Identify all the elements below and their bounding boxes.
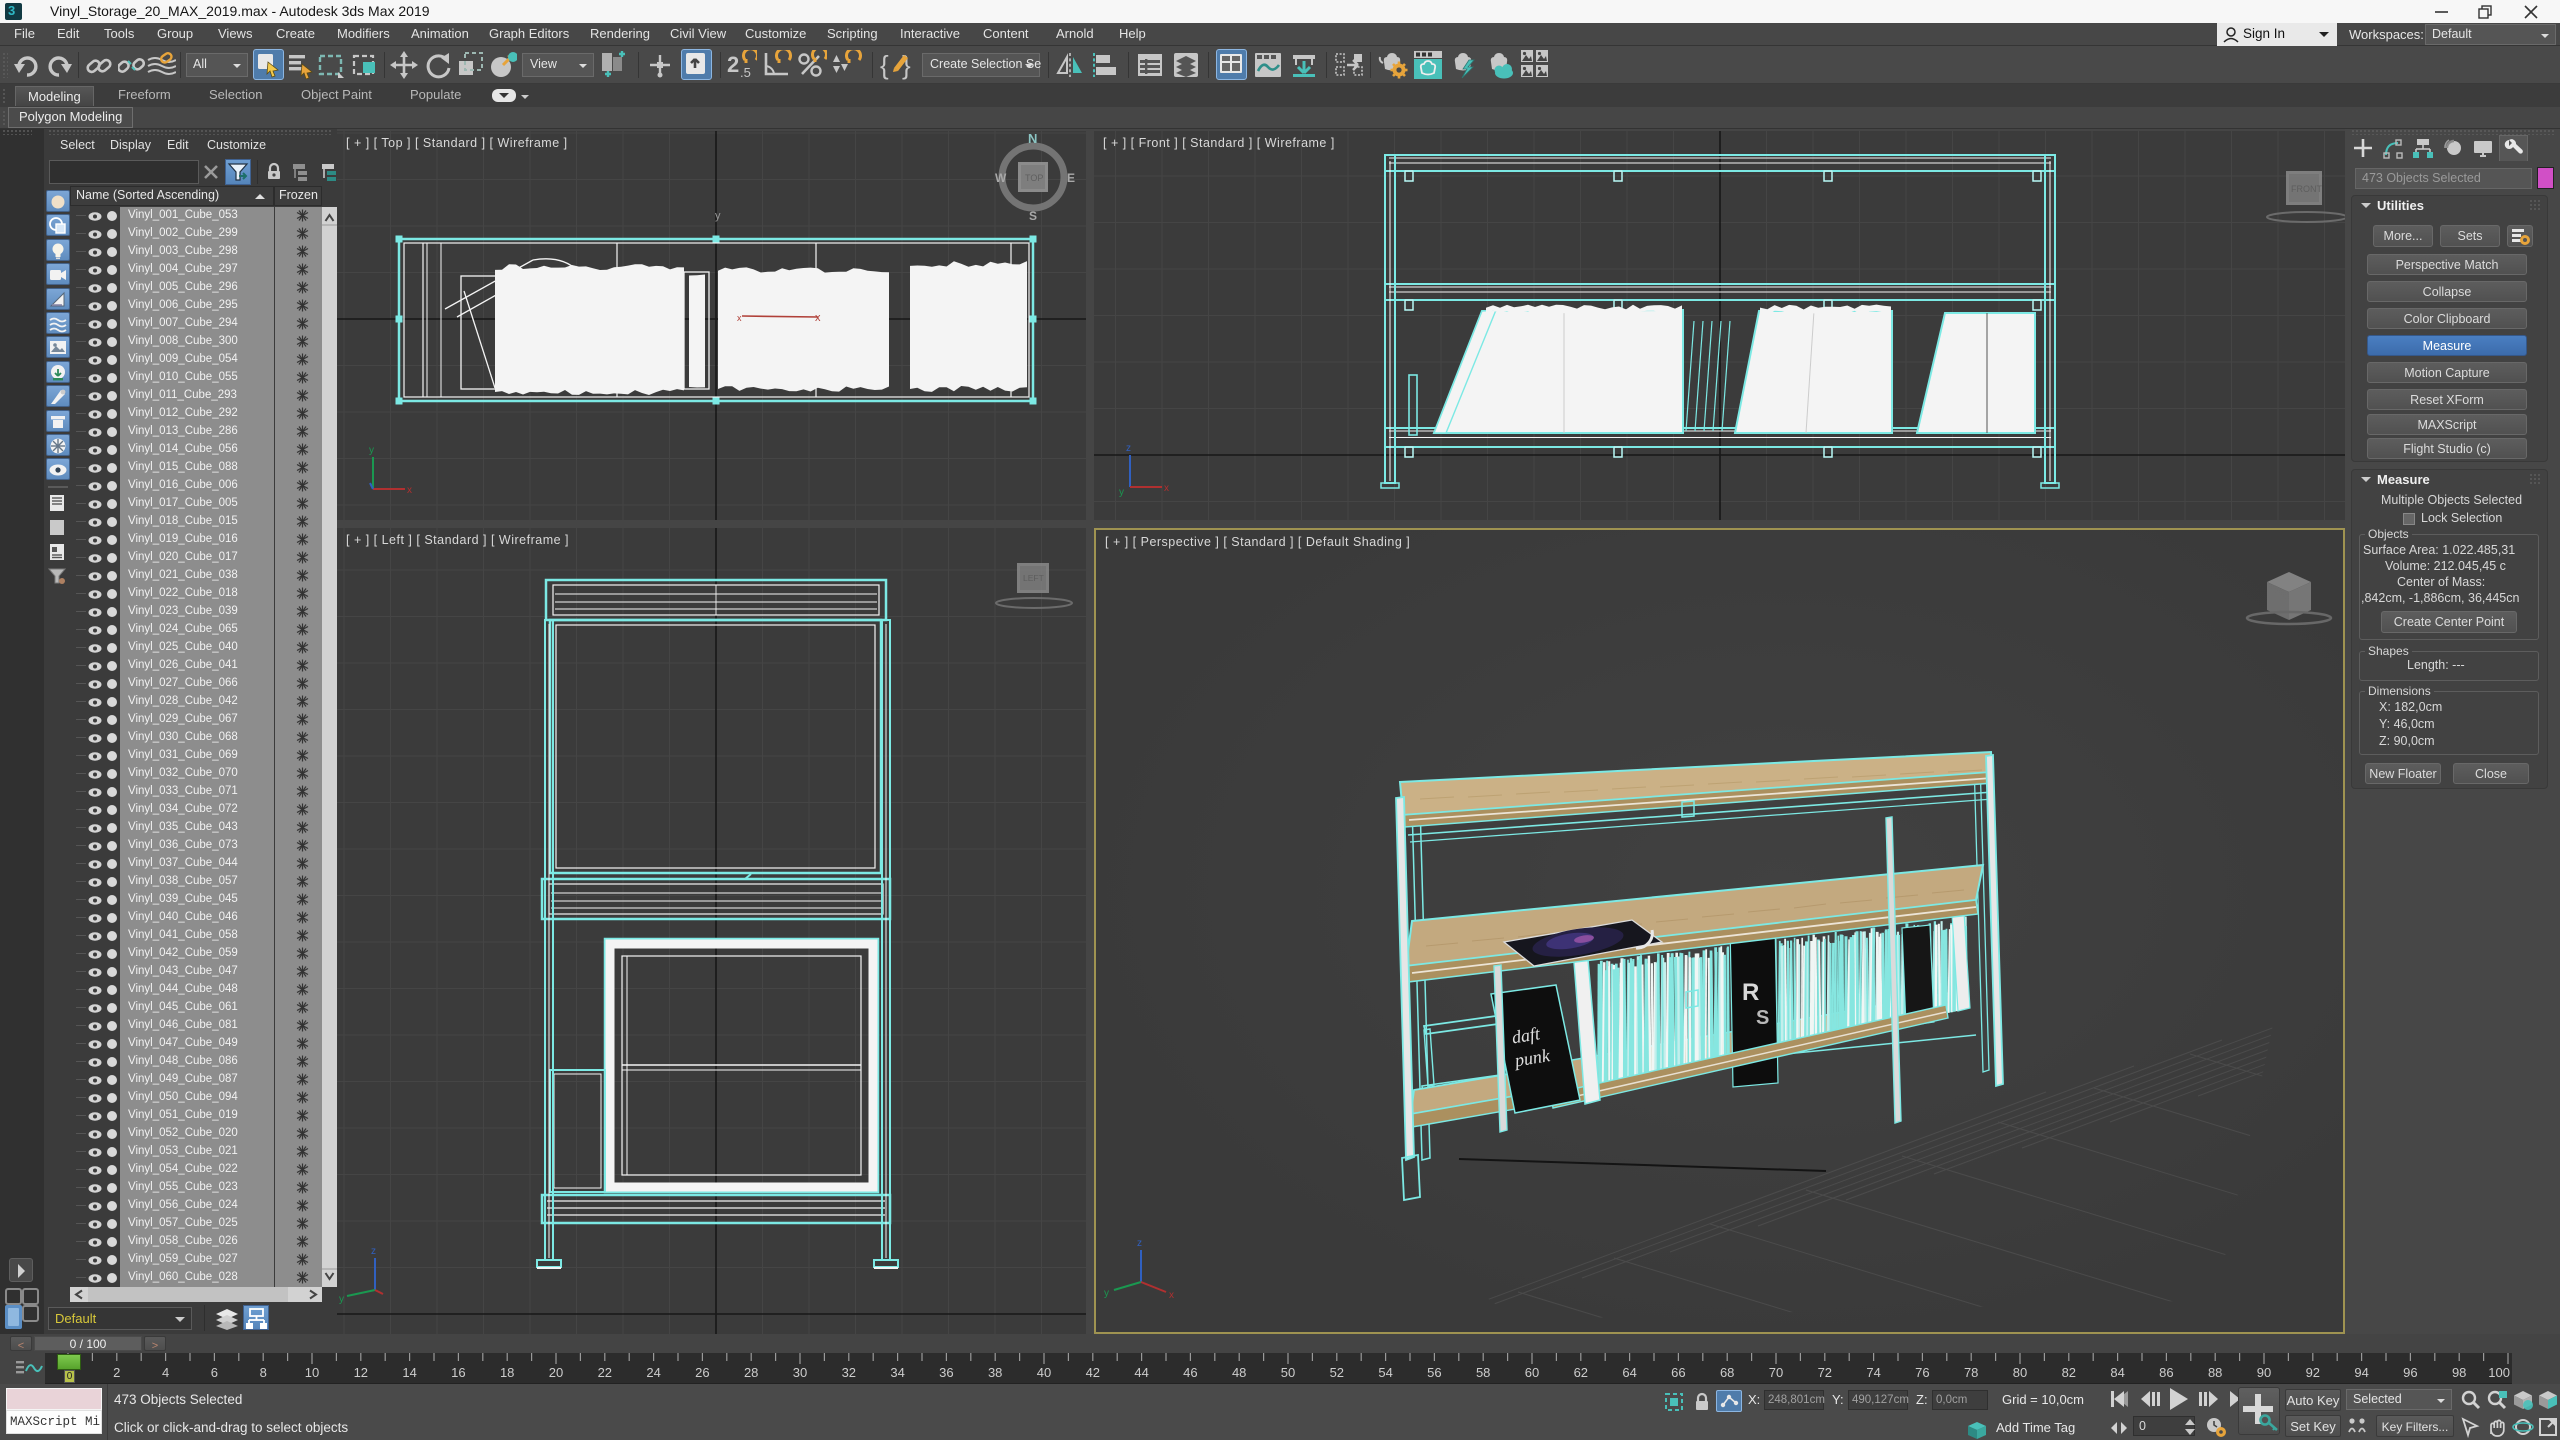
svg-text:R: R xyxy=(1742,979,1759,1006)
svg-text:100: 100 xyxy=(2488,1365,2510,1380)
svg-text:34: 34 xyxy=(890,1365,904,1380)
svg-text:y: y xyxy=(369,445,374,456)
svg-text:z: z xyxy=(371,1246,376,1257)
svg-text:40: 40 xyxy=(1037,1365,1051,1380)
svg-text:22: 22 xyxy=(598,1365,612,1380)
svg-text:N: N xyxy=(1028,131,1037,146)
svg-text:36: 36 xyxy=(939,1365,953,1380)
svg-text:12: 12 xyxy=(354,1365,368,1380)
svg-text:68: 68 xyxy=(1720,1365,1734,1380)
svg-text:84: 84 xyxy=(2110,1365,2124,1380)
svg-text:54: 54 xyxy=(1378,1365,1392,1380)
svg-text:x: x xyxy=(1164,483,1169,494)
svg-text:96: 96 xyxy=(2403,1365,2417,1380)
svg-text:x: x xyxy=(737,313,742,323)
svg-text:78: 78 xyxy=(1964,1365,1978,1380)
svg-text:S: S xyxy=(1756,1007,1769,1029)
svg-text:64: 64 xyxy=(1622,1365,1636,1380)
svg-text:6: 6 xyxy=(211,1365,218,1380)
svg-text:10: 10 xyxy=(305,1365,319,1380)
svg-text:4: 4 xyxy=(162,1365,169,1380)
svg-text:92: 92 xyxy=(2306,1365,2320,1380)
svg-text:58: 58 xyxy=(1476,1365,1490,1380)
svg-text:72: 72 xyxy=(1818,1365,1832,1380)
svg-text:2: 2 xyxy=(113,1365,120,1380)
svg-text:46: 46 xyxy=(1183,1365,1197,1380)
svg-text:94: 94 xyxy=(2354,1365,2368,1380)
svg-text:TOP: TOP xyxy=(1025,173,1043,183)
svg-text:20: 20 xyxy=(549,1365,563,1380)
svg-text:14: 14 xyxy=(402,1365,416,1380)
svg-text:70: 70 xyxy=(1769,1365,1783,1380)
svg-text:66: 66 xyxy=(1671,1365,1685,1380)
svg-text:82: 82 xyxy=(2062,1365,2076,1380)
svg-text:8: 8 xyxy=(260,1365,267,1380)
svg-text:62: 62 xyxy=(1574,1365,1588,1380)
svg-text:86: 86 xyxy=(2159,1365,2173,1380)
svg-text:48: 48 xyxy=(1232,1365,1246,1380)
svg-text:32: 32 xyxy=(842,1365,856,1380)
svg-text:x: x xyxy=(1169,1290,1174,1301)
svg-text:z: z xyxy=(1126,443,1131,454)
svg-text:76: 76 xyxy=(1915,1365,1929,1380)
svg-text:{: { xyxy=(880,50,889,80)
svg-text:FRONT: FRONT xyxy=(2291,184,2322,194)
svg-text:2: 2 xyxy=(727,52,739,77)
svg-text:56: 56 xyxy=(1427,1365,1441,1380)
svg-text:.5: .5 xyxy=(740,65,751,80)
svg-text:98: 98 xyxy=(2452,1365,2466,1380)
svg-text:52: 52 xyxy=(1330,1365,1344,1380)
svg-text:38: 38 xyxy=(988,1365,1002,1380)
svg-text:S: S xyxy=(1029,209,1037,223)
svg-text:z: z xyxy=(1137,1238,1142,1249)
svg-text:88: 88 xyxy=(2208,1365,2222,1380)
svg-text:50: 50 xyxy=(1281,1365,1295,1380)
svg-text:30: 30 xyxy=(793,1365,807,1380)
svg-text:26: 26 xyxy=(695,1365,709,1380)
svg-text:28: 28 xyxy=(744,1365,758,1380)
svg-text:24: 24 xyxy=(646,1365,660,1380)
svg-text:W: W xyxy=(995,171,1007,185)
svg-text:74: 74 xyxy=(1866,1365,1880,1380)
svg-text:90: 90 xyxy=(2257,1365,2271,1380)
svg-text:LEFT: LEFT xyxy=(1023,573,1044,583)
svg-text:y: y xyxy=(1104,1288,1109,1299)
svg-text:}: } xyxy=(902,50,911,80)
svg-text:80: 80 xyxy=(2013,1365,2027,1380)
svg-text:y: y xyxy=(339,1294,344,1305)
svg-text:18: 18 xyxy=(500,1365,514,1380)
svg-text:42: 42 xyxy=(1086,1365,1100,1380)
svg-text:y: y xyxy=(1119,487,1124,498)
svg-text:E: E xyxy=(1067,171,1075,185)
svg-text:y: y xyxy=(715,210,721,222)
svg-text:16: 16 xyxy=(451,1365,465,1380)
svg-text:60: 60 xyxy=(1525,1365,1539,1380)
svg-text:x: x xyxy=(815,312,821,324)
svg-text:x: x xyxy=(407,485,412,496)
svg-text:44: 44 xyxy=(1134,1365,1148,1380)
